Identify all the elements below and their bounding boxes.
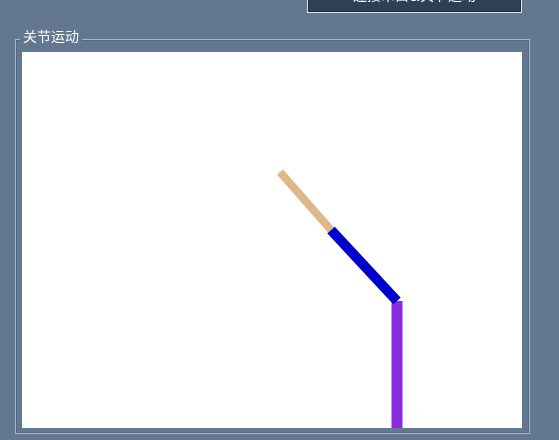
- joint-motion-group-title: 关节运动: [20, 29, 82, 47]
- joint-motion-canvas: [22, 52, 522, 428]
- arm-drawing: [276, 169, 403, 428]
- connect-serial-joint-motion-button[interactable]: 连接串口&关节运动: [307, 0, 522, 13]
- arm-link-middle: [327, 226, 401, 305]
- arm-link-end: [276, 169, 335, 233]
